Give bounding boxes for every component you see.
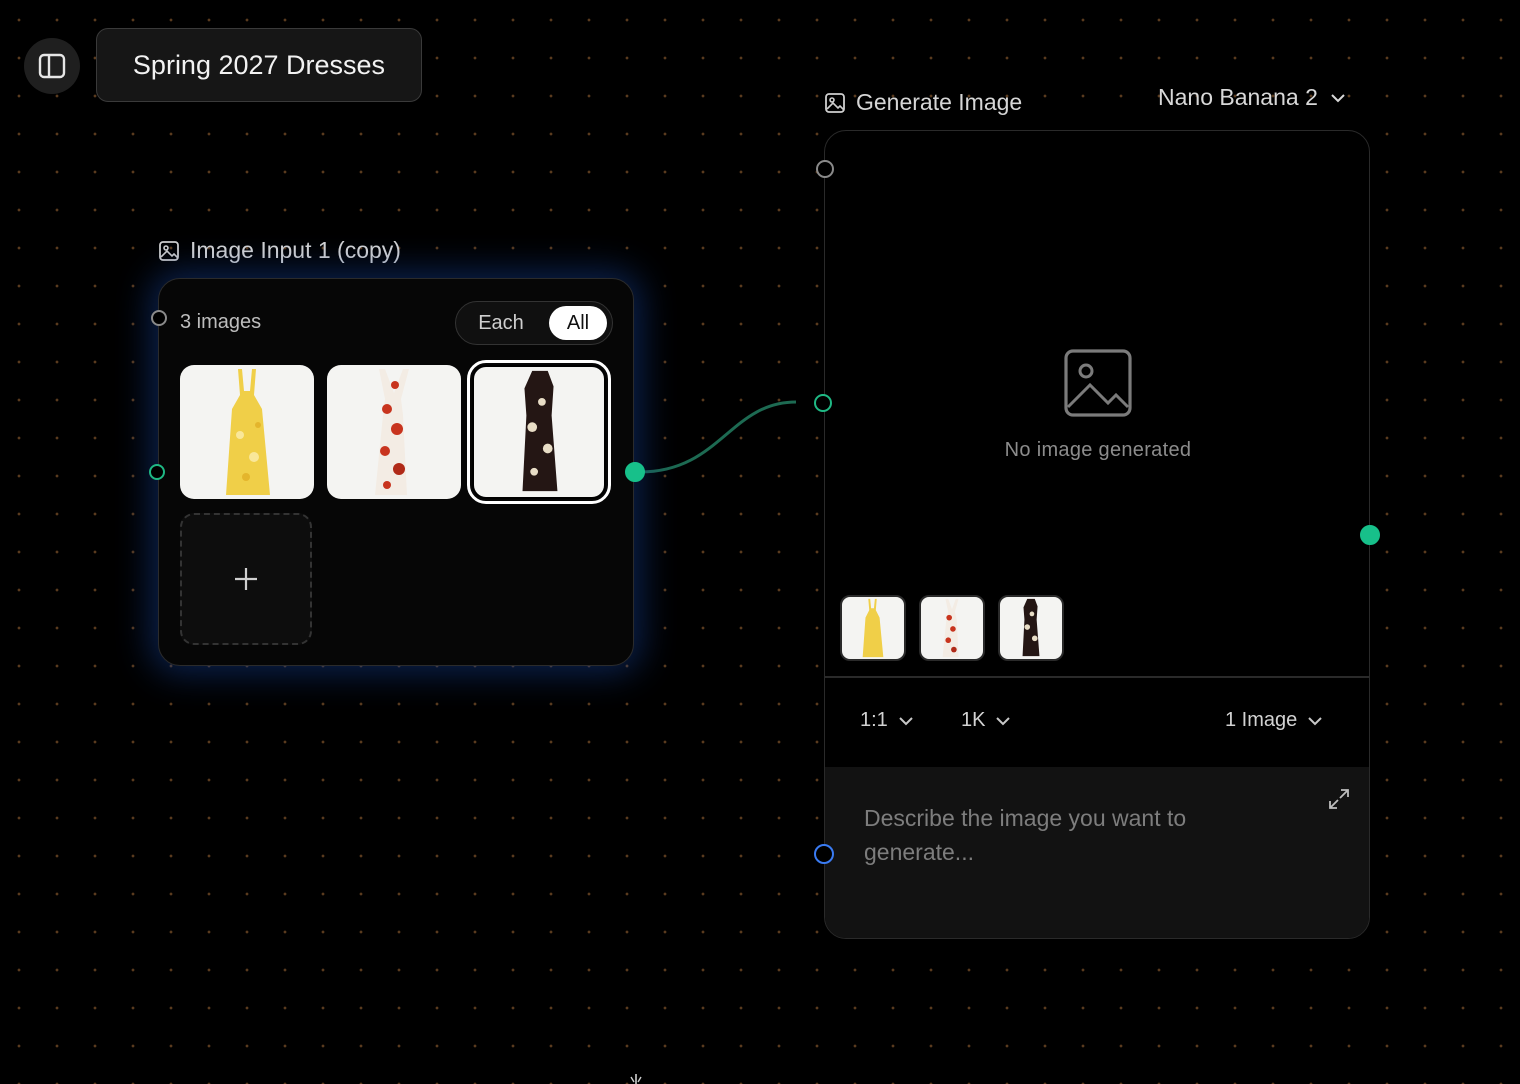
dress-image — [1022, 598, 1040, 657]
dress-image — [862, 598, 884, 658]
model-select-value: Nano Banana 2 — [1158, 84, 1318, 110]
sparkle-icon — [630, 1074, 642, 1084]
generate-node-prompt-input-port[interactable] — [814, 844, 834, 864]
model-select[interactable]: Nano Banana 2 — [1158, 84, 1346, 111]
mode-each-button[interactable]: Each — [462, 306, 540, 340]
prompt-input[interactable]: Describe the image you want to generate.… — [825, 767, 1369, 938]
generate-node-image-input-port[interactable] — [814, 394, 832, 412]
image-thumbnail-yellow-dress[interactable] — [180, 365, 314, 499]
dress-image — [226, 369, 270, 495]
prompt-placeholder: Describe the image you want to generate.… — [864, 805, 1187, 865]
chevron-down-icon — [996, 716, 1011, 725]
divider — [825, 676, 1369, 678]
image-icon — [825, 92, 845, 113]
mode-all-button[interactable]: All — [549, 306, 607, 340]
generate-node-title: Generate Image — [856, 89, 1023, 115]
aspect-ratio-select[interactable]: 1:1 — [860, 709, 914, 732]
empty-state-text: No image generated — [1004, 439, 1192, 461]
generate-node-top-port[interactable] — [816, 160, 834, 178]
plus-icon — [235, 568, 257, 590]
input-node-header[interactable]: Image Input 1 (copy) — [158, 237, 401, 264]
generate-node-output-port[interactable] — [1360, 525, 1380, 545]
image-thumbnail-red-dress[interactable] — [327, 365, 461, 499]
input-node-output-port[interactable] — [625, 462, 645, 482]
input-node-left-port[interactable] — [149, 464, 165, 480]
image-placeholder-icon — [1064, 349, 1132, 417]
dress-image — [942, 598, 959, 658]
resolution-value: 1K — [961, 709, 986, 731]
image-thumbnail-black-dress[interactable] — [467, 360, 611, 504]
chevron-down-icon — [899, 716, 913, 725]
empty-state: No image generated — [825, 349, 1369, 462]
generate-image-node[interactable]: No image generated 1:1 1K 1 Image Descri… — [824, 130, 1370, 939]
generate-node-header[interactable]: Generate Image — [824, 89, 1022, 116]
dress-image — [522, 370, 558, 492]
sidebar-icon — [38, 53, 66, 79]
image-input-node[interactable]: 3 images Each All — [158, 278, 634, 666]
image-count-label: 3 images — [180, 311, 262, 333]
add-image-button[interactable] — [180, 513, 312, 645]
chevron-down-icon — [1308, 716, 1322, 725]
sidebar-toggle-button[interactable] — [24, 38, 80, 94]
reference-thumbnail-black[interactable] — [998, 595, 1064, 661]
input-node-title: Image Input 1 (copy) — [190, 237, 401, 263]
image-icon — [159, 240, 179, 261]
input-node-top-port[interactable] — [151, 310, 167, 326]
project-title[interactable]: Spring 2027 Dresses — [96, 28, 422, 102]
mode-toggle: Each All — [455, 301, 613, 345]
chevron-down-icon — [1331, 93, 1345, 102]
reference-thumbnail-yellow[interactable] — [840, 595, 906, 661]
image-count-select[interactable]: 1 Image — [1225, 709, 1323, 732]
image-count-value: 1 Image — [1225, 709, 1298, 731]
reference-thumbnail-red[interactable] — [919, 595, 985, 661]
resolution-select[interactable]: 1K — [961, 709, 1011, 732]
expand-icon[interactable] — [1327, 787, 1351, 811]
aspect-ratio-value: 1:1 — [860, 709, 888, 731]
dress-image — [375, 369, 409, 495]
